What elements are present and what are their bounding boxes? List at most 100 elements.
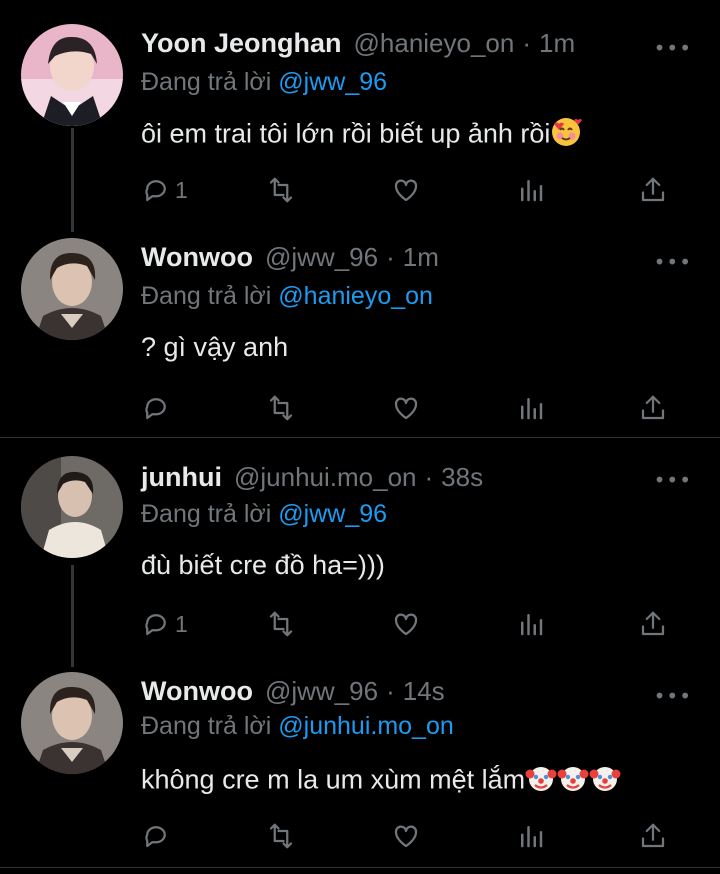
reply-icon [145,180,166,202]
like-icon [394,613,418,636]
more-icon[interactable]: ••• [654,684,692,708]
like-button[interactable] [391,172,421,208]
more-icon[interactable]: ••• [654,36,692,60]
divider [0,867,720,868]
avatar[interactable] [21,238,123,340]
reply-icon [145,826,166,848]
views-button[interactable] [516,390,546,426]
retweet-button[interactable] [266,818,296,854]
tweet[interactable]: Wonwoo @jww_96 · 1m ••• Đang trả lời @ha… [0,238,720,434]
replying-to-label: Đang trả lời [141,500,279,528]
views-icon [521,614,543,636]
tweet-actions: 1 [141,172,681,208]
like-icon [394,825,418,848]
retweet-button[interactable] [266,606,296,642]
like-button[interactable] [391,606,421,642]
clown-face-icon [589,762,621,801]
avatar[interactable] [21,456,123,558]
separator-dot: · [424,462,434,492]
share-icon [641,611,665,636]
mention-link[interactable]: @jww_96 [278,500,387,528]
views-icon [521,180,543,202]
author-handle[interactable]: @jww_96 [265,676,378,707]
author-name[interactable]: Wonwoo [141,676,253,707]
views-icon [521,826,543,848]
mention-link[interactable]: @jww_96 [278,68,387,96]
author-name[interactable]: Yoon Jeonghan [141,28,342,59]
share-icon [641,823,665,848]
tweet-header: junhui @junhui.mo_on · 38s [141,462,483,502]
tweet-text: không cre m la um xùm mệt lắm [141,762,621,801]
retweet-icon [269,823,293,849]
tweet-header: Yoon Jeonghan @hanieyo_on · 1m [141,28,575,68]
share-button[interactable] [638,390,668,426]
share-icon [641,177,665,202]
smiling-face-with-hearts-icon [550,116,583,155]
share-icon [641,395,665,420]
author-name[interactable]: Wonwoo [141,242,253,273]
separator-dot: · [522,28,532,58]
views-button[interactable] [516,172,546,208]
tweet-header: Wonwoo @jww_96 · 14s [141,676,445,716]
retweet-icon [269,611,293,637]
tweet-text: ? gì vậy anh [141,332,288,363]
like-icon [394,397,418,420]
author-name[interactable]: junhui [141,462,222,493]
mention-link[interactable]: @hanieyo_on [278,282,433,310]
share-button[interactable] [638,606,668,642]
share-button[interactable] [638,172,668,208]
tweet[interactable]: Yoon Jeonghan @hanieyo_on · 1m ••• Đang … [0,24,720,224]
retweet-icon [269,395,293,421]
retweet-button[interactable] [266,172,296,208]
tweet-text: ôi em trai tôi lớn rồi biết up ảnh rồi [141,116,583,155]
tweet-actions: 1 [141,606,681,642]
like-button[interactable] [391,818,421,854]
avatar[interactable] [21,24,123,126]
timestamp[interactable]: 1m [403,242,439,273]
tweet-actions [141,390,681,426]
replying-to: Đang trả lời @jww_96 [141,500,387,529]
author-handle[interactable]: @jww_96 [265,242,378,273]
tweet[interactable]: Wonwoo @jww_96 · 14s ••• Đang trả lời @j… [0,672,720,866]
reply-icon [145,398,166,420]
retweet-button[interactable] [266,390,296,426]
reply-count: 1 [175,610,188,637]
more-icon[interactable]: ••• [654,250,692,274]
reply-button[interactable] [141,818,175,854]
replying-to-label: Đang trả lời [141,68,279,96]
replying-to: Đang trả lời @jww_96 [141,68,387,97]
reply-count: 1 [175,176,188,203]
views-button[interactable] [516,818,546,854]
tweet-text-content: không cre m la um xùm mệt lắm [141,764,526,795]
timestamp[interactable]: 14s [403,676,445,707]
tweet-text-content: đù biết cre đồ ha=))) [141,550,385,580]
separator-dot: · [386,676,395,706]
clown-face-icon [525,762,557,801]
tweet-text-content: ? gì vậy anh [141,332,289,362]
reply-button[interactable] [141,390,175,426]
reply-button[interactable]: 1 [141,606,188,642]
timestamp[interactable]: 38s [441,462,483,493]
tweet[interactable]: junhui @junhui.mo_on · 38s ••• Đang trả … [0,456,720,656]
more-icon[interactable]: ••• [654,468,692,492]
clown-face-icon [557,762,589,801]
like-button[interactable] [391,390,421,426]
views-icon [521,398,543,420]
tweet-text-content: ôi em trai tôi lớn rồi biết up ảnh rồi [141,118,551,149]
reply-icon [145,614,166,636]
retweet-icon [269,177,293,203]
author-handle[interactable]: @junhui.mo_on [234,462,417,493]
mention-link[interactable]: @junhui.mo_on [278,712,454,740]
tweet-actions [141,818,681,854]
replying-to-label: Đang trả lời [141,712,279,740]
views-button[interactable] [516,606,546,642]
separator-dot: · [386,242,395,272]
timestamp[interactable]: 1m [539,28,575,59]
avatar[interactable] [21,672,123,774]
share-button[interactable] [638,818,668,854]
replying-to: Đang trả lời @junhui.mo_on [141,712,454,741]
reply-button[interactable]: 1 [141,172,188,208]
tweet-header: Wonwoo @jww_96 · 1m [141,242,439,282]
like-icon [394,179,418,202]
author-handle[interactable]: @hanieyo_on [354,28,515,59]
